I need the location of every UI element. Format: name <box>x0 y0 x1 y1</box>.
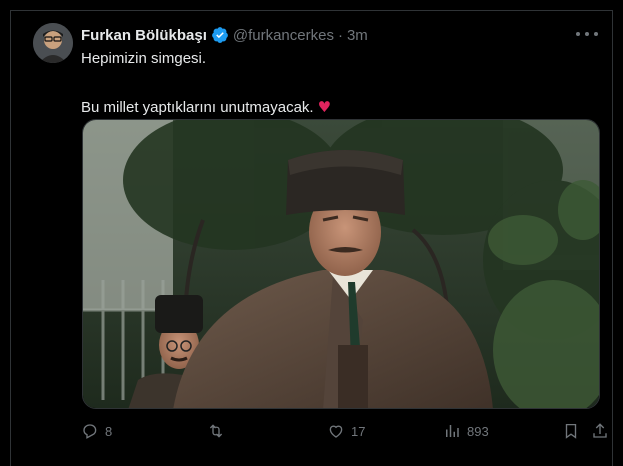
tweet-card[interactable]: Furkan Bölükbaşı @furkancerkes · 3m Hepi… <box>10 10 613 466</box>
like-button[interactable]: 17 <box>327 421 365 441</box>
tweet-actions: 8 17 893 <box>81 421 607 441</box>
tweet-photo[interactable] <box>82 119 600 409</box>
heart-icon <box>329 425 343 438</box>
retweet-button[interactable] <box>207 421 225 441</box>
like-count: 17 <box>351 423 366 439</box>
views-button[interactable]: 893 <box>443 421 489 441</box>
avatar-photo <box>33 23 73 63</box>
author-handle[interactable]: @furkancerkes <box>233 27 334 44</box>
tweet-text-line-2: Bu millet yaptıklarını unutmayacak. ♥ <box>81 97 331 118</box>
views-icon <box>446 425 459 437</box>
retweet-icon <box>209 424 223 438</box>
tweet-text-line-1: Hepimizin simgesi. <box>81 50 207 67</box>
photo-image <box>83 120 599 408</box>
author-name[interactable]: Furkan Bölükbaşı <box>81 27 207 44</box>
bookmark-icon <box>565 423 577 439</box>
timestamp[interactable]: 3m <box>347 27 368 44</box>
more-icon[interactable] <box>576 25 598 43</box>
view-count: 893 <box>467 423 489 439</box>
reply-icon <box>83 424 97 439</box>
verified-badge-icon <box>211 27 228 43</box>
reply-count: 8 <box>105 423 113 439</box>
tweet-header: Furkan Bölükbaşı @furkancerkes · 3m <box>81 25 368 45</box>
share-icon <box>593 423 607 438</box>
avatar[interactable] <box>33 23 73 63</box>
reply-button[interactable]: 8 <box>81 421 112 441</box>
tweet-text-line-2-content: Bu millet yaptıklarını unutmayacak. <box>81 99 314 116</box>
separator-dot: · <box>337 26 343 44</box>
share-button[interactable] <box>591 421 609 441</box>
red-heart-emoji: ♥ <box>317 98 332 116</box>
bookmark-button[interactable] <box>562 421 580 441</box>
